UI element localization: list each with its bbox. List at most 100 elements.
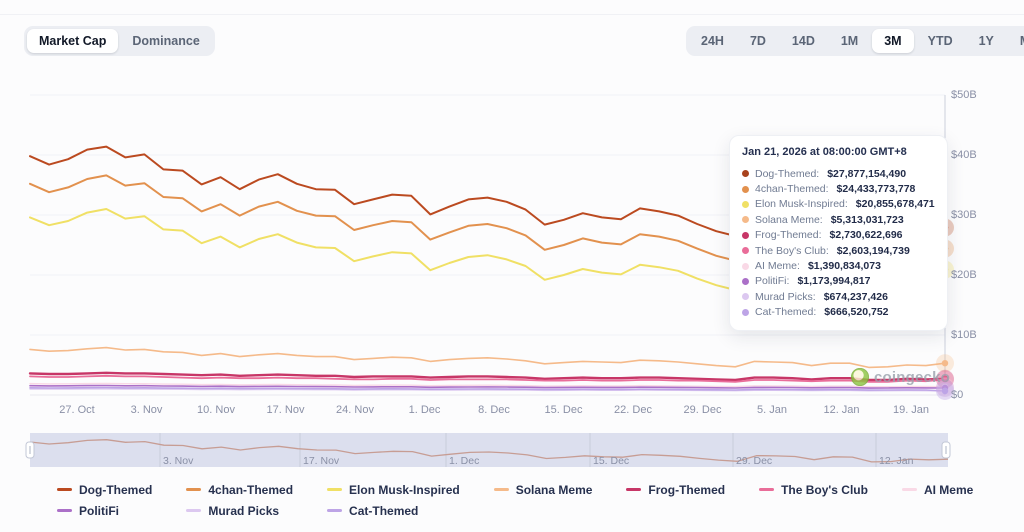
range-button-1y[interactable]: 1Y (967, 29, 1006, 53)
navigator-tick-label: 15. Dec (593, 455, 629, 467)
range-button-7d[interactable]: 7D (738, 29, 778, 53)
legend-dash-icon (902, 488, 917, 491)
tooltip-row-the-boy-s-club: The Boy's Club:$2,603,194,739 (742, 243, 935, 258)
tooltip-row-politifi: PolitiFi:$1,173,994,817 (742, 274, 935, 289)
tooltip-row-murad-picks: Murad Picks: $674,237,426 (742, 289, 935, 304)
tooltip-rows: Dog-Themed: $27,877,154,490 4chan-Themed: $… (742, 166, 935, 320)
legend-label: Dog-Themed (79, 483, 152, 497)
legend-item-4chan-themed[interactable]: 4chan-Themed (186, 482, 293, 497)
legend-label: Murad Picks (208, 504, 279, 518)
tooltip-series-name: Elon Musk-Inspired: (755, 198, 848, 210)
y-tick-label: $20B (951, 269, 977, 281)
x-tick-label: 27. Oct (59, 404, 94, 416)
tooltip-series-name: Frog-Themed: (755, 229, 822, 241)
metric-toggle: Market CapDominance (24, 26, 215, 56)
tooltip-series-value: $20,855,678,471 (856, 198, 935, 210)
tooltip-series-name: 4chan-Themed: (755, 183, 829, 195)
legend-label: AI Meme (924, 483, 973, 497)
tooltip-series-value: $674,237,426 (824, 291, 888, 303)
x-tick-label: 17. Nov (267, 404, 305, 416)
series-dot-icon (742, 216, 749, 223)
navigator-tick-label: 3. Nov (163, 455, 193, 467)
series-line-solana-meme (30, 348, 945, 368)
legend-item-cat-themed[interactable]: Cat-Themed (327, 503, 460, 518)
range-button-max[interactable]: Max (1008, 29, 1024, 53)
tooltip-series-name: Solana Meme: (755, 214, 823, 226)
chart-legend: Dog-Themed 4chan-Themed Elon Musk-Inspired… (57, 482, 973, 518)
x-tick-label: 8. Dec (478, 404, 510, 416)
tooltip-series-value: $1,173,994,817 (797, 275, 870, 287)
legend-dash-icon (57, 488, 72, 491)
series-dot-icon (742, 309, 749, 316)
legend-label: PolitiFi (79, 504, 119, 518)
legend-dash-icon (327, 488, 342, 491)
range-button-1m[interactable]: 1M (829, 29, 870, 53)
y-tick-label: $30B (951, 209, 977, 221)
endpoint-marker-cat-themed (942, 388, 948, 394)
tooltip-series-name: Murad Picks: (755, 291, 816, 303)
navigator-tick-label: 17. Nov (303, 455, 339, 467)
tooltip-row-elon-musk-inspired: Elon Musk-Inspired: $20,855,678,471 (742, 197, 935, 212)
legend-label: 4chan-Themed (208, 483, 293, 497)
y-tick-label: $40B (951, 149, 977, 161)
x-tick-label: 1. Dec (409, 404, 441, 416)
navigator-tick-label: 29. Dec (736, 455, 772, 467)
endpoint-marker-solana-meme (942, 360, 948, 366)
coingecko-logo-icon (851, 368, 869, 386)
legend-item-the-boy-s-club[interactable]: The Boy's Club (759, 482, 868, 497)
tooltip-series-value: $666,520,752 (824, 306, 888, 318)
legend-item-ai-meme[interactable]: AI Meme (902, 482, 973, 497)
tab-dominance[interactable]: Dominance (120, 29, 211, 53)
tab-market-cap[interactable]: Market Cap (27, 29, 118, 53)
navigator-tick-label: 12. Jan (879, 455, 913, 467)
legend-item-frog-themed[interactable]: Frog-Themed (626, 482, 725, 497)
tooltip-series-value: $5,313,031,723 (831, 214, 904, 226)
x-tick-label: 15. Dec (545, 404, 583, 416)
legend-label: Frog-Themed (648, 483, 725, 497)
tooltip-row-dog-themed: Dog-Themed: $27,877,154,490 (742, 166, 935, 181)
series-dot-icon (742, 293, 749, 300)
tooltip-series-name: Dog-Themed: (755, 168, 819, 180)
x-tick-label: 29. Dec (684, 404, 722, 416)
legend-item-elon-musk-inspired[interactable]: Elon Musk-Inspired (327, 482, 460, 497)
range-toggle: 24H7D14D1M3MYTD1YMax (686, 26, 1024, 56)
chart-tooltip: Jan 21, 2026 at 08:00:00 GMT+8 Dog-Theme… (729, 135, 948, 331)
x-tick-label: 12. Jan (823, 404, 859, 416)
legend-item-dog-themed[interactable]: Dog-Themed (57, 482, 152, 497)
tooltip-series-name: The Boy's Club: (755, 245, 829, 257)
x-tick-label: 19. Jan (893, 404, 929, 416)
legend-label: Solana Meme (516, 483, 593, 497)
range-button-24h[interactable]: 24H (689, 29, 736, 53)
series-dot-icon (742, 186, 749, 193)
tooltip-row-frog-themed: Frog-Themed: $2,730,622,696 (742, 228, 935, 243)
navigator-tick-label: 1. Dec (449, 455, 479, 467)
tooltip-row-solana-meme: Solana Meme: $5,313,031,723 (742, 212, 935, 227)
tooltip-series-value: $2,730,622,696 (830, 229, 903, 241)
legend-dash-icon (186, 488, 201, 491)
x-tick-label: 24. Nov (336, 404, 374, 416)
legend-label: Elon Musk-Inspired (349, 483, 460, 497)
legend-dash-icon (57, 509, 72, 512)
range-button-14d[interactable]: 14D (780, 29, 827, 53)
legend-item-murad-picks[interactable]: Murad Picks (186, 503, 293, 518)
range-button-3m[interactable]: 3M (872, 29, 913, 53)
series-dot-icon (742, 201, 749, 208)
legend-label: Cat-Themed (349, 504, 418, 518)
legend-dash-icon (626, 488, 641, 491)
watermark-text: coingecko (874, 369, 950, 386)
legend-item-politifi[interactable]: PolitiFi (57, 503, 152, 518)
range-button-ytd[interactable]: YTD (916, 29, 965, 53)
series-dot-icon (742, 247, 749, 254)
series-dot-icon (742, 278, 749, 285)
legend-dash-icon (327, 509, 342, 512)
tooltip-title: Jan 21, 2026 at 08:00:00 GMT+8 (742, 146, 935, 158)
divider (0, 14, 1024, 15)
x-tick-label: 5. Jan (757, 404, 787, 416)
y-tick-label: $50B (951, 89, 977, 101)
tooltip-row-ai-meme: AI Meme:$1,390,834,073 (742, 258, 935, 273)
legend-item-solana-meme[interactable]: Solana Meme (494, 482, 593, 497)
series-dot-icon (742, 170, 749, 177)
y-tick-label: $0 (951, 389, 963, 401)
x-tick-label: 3. Nov (131, 404, 163, 416)
tooltip-series-value: $27,877,154,490 (827, 168, 906, 180)
